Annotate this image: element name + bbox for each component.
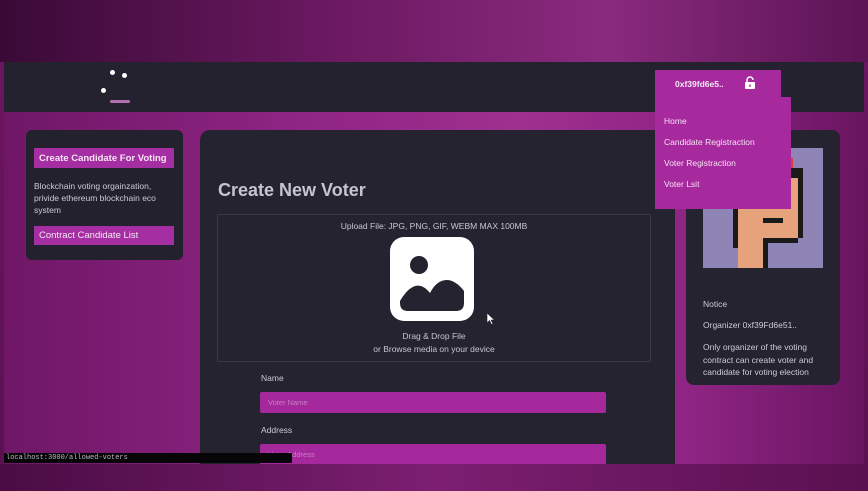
unlock-icon[interactable] [743,76,757,90]
image-icon [390,237,474,321]
bottom-background [0,464,868,491]
notice-title: Notice [703,299,728,309]
nav-dropdown-menu: Home Candidate Registraction Voter Regis… [655,97,791,209]
name-label: Name [261,373,284,383]
mouse-cursor-icon [486,312,496,325]
left-panel: Create Candidate For Voting Blockchain v… [26,130,183,260]
menu-item-candidate-registration[interactable]: Candidate Registraction [664,137,755,147]
left-panel-description: Blockchain voting orgainzation, privide … [34,181,156,215]
top-background [0,0,868,62]
upload-dropzone[interactable]: Upload File: JPG, PNG, GIF, WEBM MAX 100… [217,214,651,362]
wallet-address: 0xf39fd6e5.. [675,79,724,89]
logo-icon[interactable] [96,66,138,106]
browser-status-url: localhost:3000/allowed-voters [4,453,292,463]
page-title: Create New Voter [218,180,366,200]
menu-item-home[interactable]: Home [664,116,687,126]
menu-item-voter-list[interactable]: Voter Lsit [664,179,699,189]
voter-name-input[interactable] [260,392,606,413]
menu-item-voter-registration[interactable]: Voter Registraction [664,158,736,168]
upload-file-types: Upload File: JPG, PNG, GIF, WEBM MAX 100… [340,221,528,231]
main-card: Create New Voter Upload File: JPG, PNG, … [200,130,675,464]
browse-media-link[interactable]: or Browse media on your device [218,344,650,354]
wallet-button[interactable]: 0xf39fd6e5.. [655,70,781,97]
create-candidate-button[interactable]: Create Candidate For Voting [34,148,174,168]
organizer-address: Organizer 0xf39Fd6e51.. [703,320,798,330]
voter-address-input[interactable] [260,444,606,464]
address-label: Address [261,425,293,435]
drag-drop-text: Drag & Drop File [402,331,466,341]
contract-candidate-list-button[interactable]: Contract Candidate List [34,226,174,245]
notice-text: Only organizer of the voting contract ca… [703,342,814,377]
